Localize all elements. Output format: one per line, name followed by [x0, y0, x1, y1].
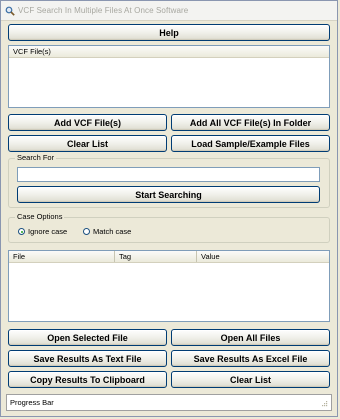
save-results-text-button[interactable]: Save Results As Text File	[8, 350, 167, 367]
save-results-excel-button[interactable]: Save Results As Excel File	[171, 350, 330, 367]
search-for-label: Search For	[15, 153, 57, 162]
open-all-files-button[interactable]: Open All Files	[171, 329, 330, 346]
app-search-icon	[5, 6, 15, 16]
add-vcf-files-button[interactable]: Add VCF File(s)	[8, 114, 167, 131]
radio-checked-icon	[18, 228, 25, 235]
clear-results-list-button[interactable]: Clear List	[171, 371, 330, 388]
vcf-list-header: VCF File(s)	[9, 46, 329, 58]
match-case-radio[interactable]: Match case	[83, 227, 131, 236]
progress-bar: Progress Bar	[6, 394, 332, 411]
file-column-header[interactable]: File	[9, 251, 115, 262]
progress-bar-label: Progress Bar	[10, 398, 54, 407]
help-button[interactable]: Help	[8, 24, 330, 41]
results-list-header: File Tag Value	[9, 251, 329, 263]
copy-results-clipboard-button[interactable]: Copy Results To Clipboard	[8, 371, 167, 388]
clear-file-list-button[interactable]: Clear List	[8, 135, 167, 152]
load-sample-files-button[interactable]: Load Sample/Example Files	[171, 135, 330, 152]
vcf-files-column-header[interactable]: VCF File(s)	[9, 46, 329, 57]
radio-unchecked-icon	[83, 228, 90, 235]
open-selected-file-button[interactable]: Open Selected File	[8, 329, 167, 346]
ignore-case-label: Ignore case	[28, 227, 68, 236]
results-list[interactable]: File Tag Value	[8, 250, 330, 322]
vcf-file-list[interactable]: VCF File(s)	[8, 45, 330, 108]
resize-grip-icon[interactable]	[320, 399, 328, 407]
tag-column-header[interactable]: Tag	[115, 251, 197, 262]
start-searching-button[interactable]: Start Searching	[17, 186, 320, 203]
case-options-label: Case Options	[15, 212, 65, 221]
app-window: VCF Search In Multiple Files At Once Sof…	[0, 0, 338, 417]
window-title: VCF Search In Multiple Files At Once Sof…	[18, 6, 189, 15]
title-bar[interactable]: VCF Search In Multiple Files At Once Sof…	[1, 1, 337, 21]
search-input[interactable]	[17, 167, 320, 182]
value-column-header[interactable]: Value	[197, 251, 329, 262]
match-case-label: Match case	[93, 227, 132, 236]
add-all-vcf-files-in-folder-button[interactable]: Add All VCF File(s) In Folder	[171, 114, 330, 131]
ignore-case-radio[interactable]: Ignore case	[18, 227, 67, 236]
